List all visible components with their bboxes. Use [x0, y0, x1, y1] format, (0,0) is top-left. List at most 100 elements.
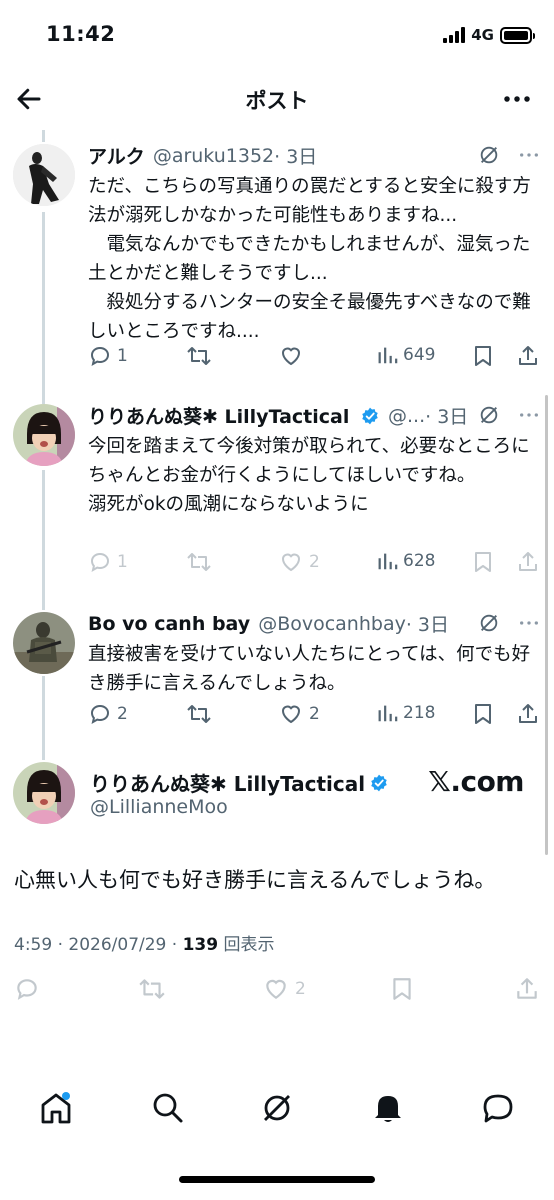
reply-text: 直接被害を受けていない人たちにとっては、何でも好き勝手に言えるんでしょうね。 — [88, 644, 531, 694]
retweet-icon — [187, 553, 211, 571]
views-icon — [378, 347, 398, 364]
reply-text: 今回を踏まえて今後対策が取られて、必要なところにちゃんとお金が行くようにしてほし… — [88, 436, 530, 515]
retweet-button[interactable] — [186, 702, 212, 726]
x-com-watermark: 𝕏.com — [428, 765, 524, 798]
reply-author-name[interactable]: Bo vo canh bay — [88, 613, 250, 635]
bookmark-icon[interactable] — [390, 976, 414, 1002]
verified-badge-icon — [362, 407, 378, 425]
tab-notifications[interactable] — [370, 1090, 406, 1126]
tab-home[interactable] — [38, 1090, 74, 1126]
bookmark-icon[interactable] — [472, 702, 494, 726]
reply-tweet[interactable]: りりあんぬ葵✱ LillyTactical @... · 3日 今回を踏まえて今… — [0, 400, 554, 590]
retweet-icon[interactable] — [138, 976, 166, 1002]
retweet-button[interactable] — [186, 550, 212, 574]
tweet-actions: 1 2 628 — [88, 550, 542, 576]
views-button[interactable]: 649 — [376, 344, 435, 366]
verified-badge-icon — [371, 774, 387, 791]
reply-icon[interactable] — [14, 976, 40, 1002]
reply-tweet[interactable]: アルク @aruku1352 · 3日 ただ、こちらの写真通りの罠だとすると安全… — [0, 140, 554, 380]
more-icon[interactable] — [518, 612, 540, 634]
reply-handle[interactable]: @aruku1352 — [153, 145, 274, 167]
reply-icon — [90, 346, 110, 366]
status-time: 11:42 — [46, 22, 116, 46]
heart-icon — [281, 705, 301, 724]
reply-text: ただ、こちらの写真通りの罠だとすると安全に殺す方法が溺死しかなかった可能性もあり… — [88, 176, 531, 342]
grok-icon[interactable] — [478, 404, 500, 426]
reply-tweet[interactable]: Bo vo canh bay @Bovocanhbay · 3日 直接被害を受け… — [0, 608, 554, 738]
reply-count: 1 — [117, 552, 128, 572]
tweet-actions: 1 649 — [88, 344, 542, 370]
avatar[interactable] — [13, 612, 75, 674]
home-icon — [41, 1092, 71, 1124]
tab-search[interactable] — [150, 1090, 186, 1126]
like-button[interactable]: 2 — [278, 702, 320, 726]
reply-button[interactable]: 1 — [88, 550, 128, 574]
search-icon — [153, 1093, 183, 1123]
more-icon[interactable] — [518, 144, 540, 166]
post-views-count[interactable]: 139 — [183, 935, 219, 955]
grok-icon[interactable] — [478, 612, 500, 634]
reply-time: · 3日 — [274, 146, 318, 168]
bell-icon — [375, 1096, 401, 1122]
home-indicator[interactable] — [179, 1176, 375, 1183]
main-post-actions: 2 — [14, 976, 544, 1004]
views-icon — [378, 705, 398, 722]
reply-button[interactable]: 1 — [88, 344, 128, 368]
like-count: 2 — [309, 552, 320, 572]
share-icon[interactable] — [516, 344, 540, 368]
main-post-meta: 4:59 · 2026/07/29 · 139 回表示 — [14, 930, 275, 955]
reply-time: · 3日 — [405, 614, 450, 636]
avatar[interactable] — [13, 404, 75, 466]
more-options-icon[interactable] — [502, 84, 532, 114]
reply-handle[interactable]: @Bovocanhbay — [258, 613, 406, 635]
bookmark-icon[interactable] — [472, 344, 494, 368]
views-count: 628 — [403, 551, 436, 571]
tab-messages[interactable] — [480, 1090, 516, 1126]
post-datetime: 4:59 · 2026/07/29 · — [14, 935, 183, 955]
avatar[interactable] — [13, 144, 75, 206]
page-title: ポスト — [245, 89, 309, 113]
main-post-avatar[interactable] — [13, 762, 75, 824]
reply-author-name[interactable]: アルク — [88, 142, 145, 169]
status-indicators: 4G — [443, 22, 535, 48]
tab-grok[interactable] — [259, 1090, 295, 1126]
views-count: 649 — [403, 345, 436, 365]
main-post-handle[interactable]: @LillianneMoo — [90, 796, 228, 818]
like-button[interactable]: 2 — [278, 550, 320, 574]
main-post-text: 心無い人も何でも好き勝手に言えるんでしょうね。 — [14, 868, 496, 892]
reply-icon — [90, 552, 110, 572]
grok-icon[interactable] — [478, 144, 500, 166]
like-button[interactable] — [278, 344, 304, 368]
heart-icon — [266, 979, 286, 999]
reply-icon — [90, 704, 110, 724]
views-count: 218 — [403, 703, 436, 723]
reply-author-name[interactable]: りりあんぬ葵✱ LillyTactical — [88, 402, 380, 429]
share-icon[interactable] — [516, 550, 540, 574]
main-post-author-name[interactable]: りりあんぬ葵✱ LillyTactical — [90, 768, 389, 797]
like-button[interactable]: 2 — [262, 976, 306, 1002]
more-icon[interactable] — [518, 404, 540, 426]
heart-icon — [281, 553, 301, 572]
heart-icon — [281, 347, 301, 366]
reply-time: · 3日 — [425, 406, 469, 428]
signal-icon — [443, 27, 466, 43]
grok-icon — [264, 1095, 290, 1121]
like-count: 2 — [295, 979, 306, 999]
like-count: 2 — [309, 704, 320, 724]
retweet-icon — [187, 705, 211, 723]
messages-icon — [483, 1094, 513, 1123]
reply-handle[interactable]: @... — [388, 405, 425, 427]
views-button[interactable]: 628 — [376, 550, 435, 572]
bookmark-icon[interactable] — [472, 550, 494, 574]
retweet-button[interactable] — [186, 344, 212, 368]
reply-count: 1 — [117, 346, 128, 366]
reply-button[interactable]: 2 — [88, 702, 128, 726]
post-views-label: 回表示 — [218, 935, 275, 955]
share-icon[interactable] — [514, 976, 540, 1002]
reply-count: 2 — [117, 704, 128, 724]
views-icon — [378, 553, 398, 570]
bottom-tab-bar — [0, 1090, 554, 1146]
share-icon[interactable] — [516, 702, 540, 726]
views-button[interactable]: 218 — [376, 702, 435, 724]
network-type: 4G — [471, 26, 494, 44]
